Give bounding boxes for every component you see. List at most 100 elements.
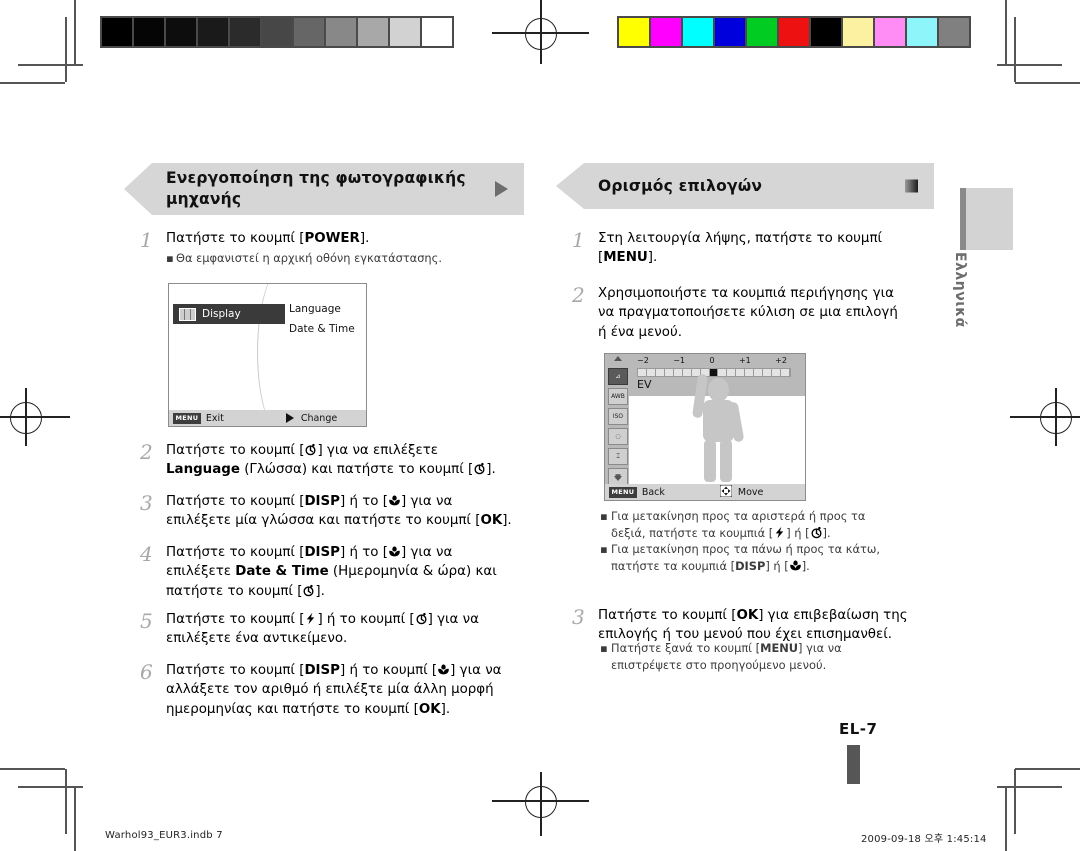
timer-icon <box>473 462 486 475</box>
body-text: ]. <box>440 701 451 717</box>
lcd-menu-options: Language Date & Time <box>289 300 355 340</box>
body-text: Πατήστε το κουμπί [ <box>598 608 737 623</box>
bullet-marker-icon: ▪ <box>600 509 608 523</box>
crop-mark-bl-v2 <box>65 769 67 834</box>
body-text: ]. <box>822 525 831 540</box>
step-number: 3 <box>572 605 585 629</box>
body-text: να πραγματοποιήσετε κύλιση σε μια επιλογ… <box>598 305 898 321</box>
timer-icon <box>304 443 317 456</box>
focus-area-icon[interactable]: ⌶ <box>608 448 628 465</box>
crop-mark-br-h2 <box>997 786 1062 788</box>
flash-icon <box>304 612 317 625</box>
body-text: Για μετακίνηση προς τα αριστερά ή προς τ… <box>611 509 866 523</box>
bullet-line: επιστρέψετε στο προηγούμενο μενού. <box>600 657 842 674</box>
body-text: ] για επιβεβαίωση της <box>758 608 908 623</box>
lcd-menu-option-datetime[interactable]: Date & Time <box>289 320 355 340</box>
calibration-swatch <box>683 18 713 46</box>
body-text: ] για να <box>427 612 479 627</box>
step-line: επιλέξετε Date & Time (Ημερομηνία & ώρα)… <box>166 562 497 581</box>
left-section-title: Ενεργοποίηση της φωτογραφικής μηχανής <box>166 169 466 208</box>
step-line: Πατήστε το κουμπί [OK] για επιβεβαίωση τ… <box>598 606 908 625</box>
ev-tick <box>781 369 790 376</box>
ev-scale-labels: −2 −1 0 +1 +2 <box>637 356 787 365</box>
body-text: ] για να επιλέξετε <box>317 443 439 458</box>
lcd-selected-menu-label: Display <box>202 308 241 320</box>
ev-back-label: Back <box>641 486 665 498</box>
body-text: αλλάξετε τον αριθμό ή επιλέξτε μία άλλη … <box>166 682 494 698</box>
bullet-text: Πατήστε ξανά το κουμπί [MENU] για να <box>611 640 842 657</box>
step-item: 4 Πατήστε το κουμπί [DISP] ή το [] για να… <box>140 543 540 601</box>
ev-tick <box>718 369 728 376</box>
ev-rail-down-arrow-icon <box>614 476 622 481</box>
body-text: ] ή το κουμπί [ <box>317 612 415 627</box>
button-name-text: Date & Time <box>235 564 329 580</box>
iso-icon[interactable]: ISO <box>608 408 628 425</box>
ev-value-label: EV <box>637 378 652 391</box>
step-line: Πατήστε το κουμπί [] για να επιλέξετε <box>166 441 496 460</box>
flash-icon <box>773 526 786 539</box>
ev-scale-ticks <box>637 368 791 377</box>
body-text: ]. <box>647 250 658 266</box>
body-text: ] ή [ <box>765 558 789 573</box>
registration-crosshair-v-right <box>1055 388 1057 446</box>
body-text: ] για να <box>798 641 842 655</box>
crop-mark-tr-v <box>1005 0 1007 65</box>
bullet-group: ▪ Για μετακίνηση προς τα αριστερά ή προς … <box>600 508 880 574</box>
crop-mark-tr-v2 <box>1014 17 1016 82</box>
step-line: Στη λειτουργία λήψης, πατήστε το κουμπί <box>598 229 882 248</box>
ev-scale-tick-label: −1 <box>673 356 686 365</box>
ev-tick <box>709 369 719 376</box>
step-item: 1 Πατήστε το κουμπί [POWER]. ▪ Θα εμφανιστε… <box>140 229 540 268</box>
crop-mark-tl-h2 <box>18 64 83 66</box>
body-text: ] ή το [ <box>340 545 388 560</box>
macro-icon <box>388 545 401 558</box>
button-name-text: DISP <box>735 558 766 573</box>
display-icon <box>179 307 196 321</box>
calibration-swatch <box>230 18 260 46</box>
ev-compensation-icon[interactable]: ⊿ <box>608 368 628 385</box>
ev-tick <box>674 369 683 376</box>
lcd-selected-menu-row[interactable]: Display <box>173 304 285 324</box>
bullet-marker-icon <box>600 558 611 575</box>
body-text: πατήστε τα κουμπιά [ <box>611 558 736 573</box>
footer-filename: Warhol93_EUR3.indb 7 <box>105 830 223 841</box>
body-text: Πατήστε το κουμπί [ <box>166 663 305 678</box>
body-text: επιλέξετε μία γλώσσα και πατήστε το κουμ… <box>166 513 481 529</box>
calibration-swatch <box>166 18 196 46</box>
button-name-text: Language <box>166 462 240 478</box>
calibration-swatch <box>651 18 681 46</box>
bullet-marker-icon: ▪ <box>600 641 608 655</box>
body-text: ] ή το κουμπί [ <box>340 663 438 678</box>
calibration-swatch <box>843 18 873 46</box>
body-text: Για μετακίνηση προς τα πάνω ή προς τα κά… <box>611 542 880 557</box>
ev-tick <box>656 369 665 376</box>
menu-chip-icon: MENU <box>609 486 637 498</box>
step-text: Πατήστε το κουμπί [POWER]. ▪ Θα εμφανιστεί… <box>166 229 442 268</box>
ev-tick <box>736 369 746 376</box>
step-line: Πατήστε το κουμπί [] ή το κουμπί [] για … <box>166 610 479 629</box>
ev-rail-up-arrow-icon <box>614 356 622 361</box>
lcd-menu-option-language[interactable]: Language <box>289 300 355 320</box>
step-number: 1 <box>572 228 585 252</box>
bullet-text: δεξιά, πατήστε τα κουμπιά [] ή []. <box>611 525 831 542</box>
macro-icon <box>789 559 802 572</box>
lcd-change-label: Change <box>300 412 338 424</box>
white-balance-icon[interactable]: AWB <box>608 388 628 405</box>
ev-scale-tick-label: −2 <box>637 356 649 365</box>
crop-mark-tl-h <box>0 82 65 84</box>
ev-scale-tick-label: +1 <box>738 356 751 365</box>
body-text: ]. <box>801 558 810 573</box>
face-detection-off-icon[interactable]: ◌ <box>608 428 628 445</box>
crop-mark-bl-h2 <box>18 786 83 788</box>
bullet-marker-icon <box>600 525 611 542</box>
bullet-text: Για μετακίνηση προς τα αριστερά ή προς τ… <box>611 508 865 525</box>
body-text: ημερομηνίας και πατήστε το κουμπί [ <box>166 701 419 717</box>
step-text: Χρησιμοποιήστε τα κουμπιά περιήγησης για… <box>598 284 898 342</box>
bullet-line: ▪ Για μετακίνηση προς τα αριστερά ή προς … <box>600 508 880 525</box>
right-section-title: Ορισμός επιλογών <box>598 176 763 195</box>
step-line: [MENU]. <box>598 248 882 267</box>
ev-tick <box>727 369 737 376</box>
body-text: Πατήστε το κουμπί [ <box>166 231 305 246</box>
timer-icon <box>415 612 428 625</box>
four-way-icon <box>719 484 733 500</box>
